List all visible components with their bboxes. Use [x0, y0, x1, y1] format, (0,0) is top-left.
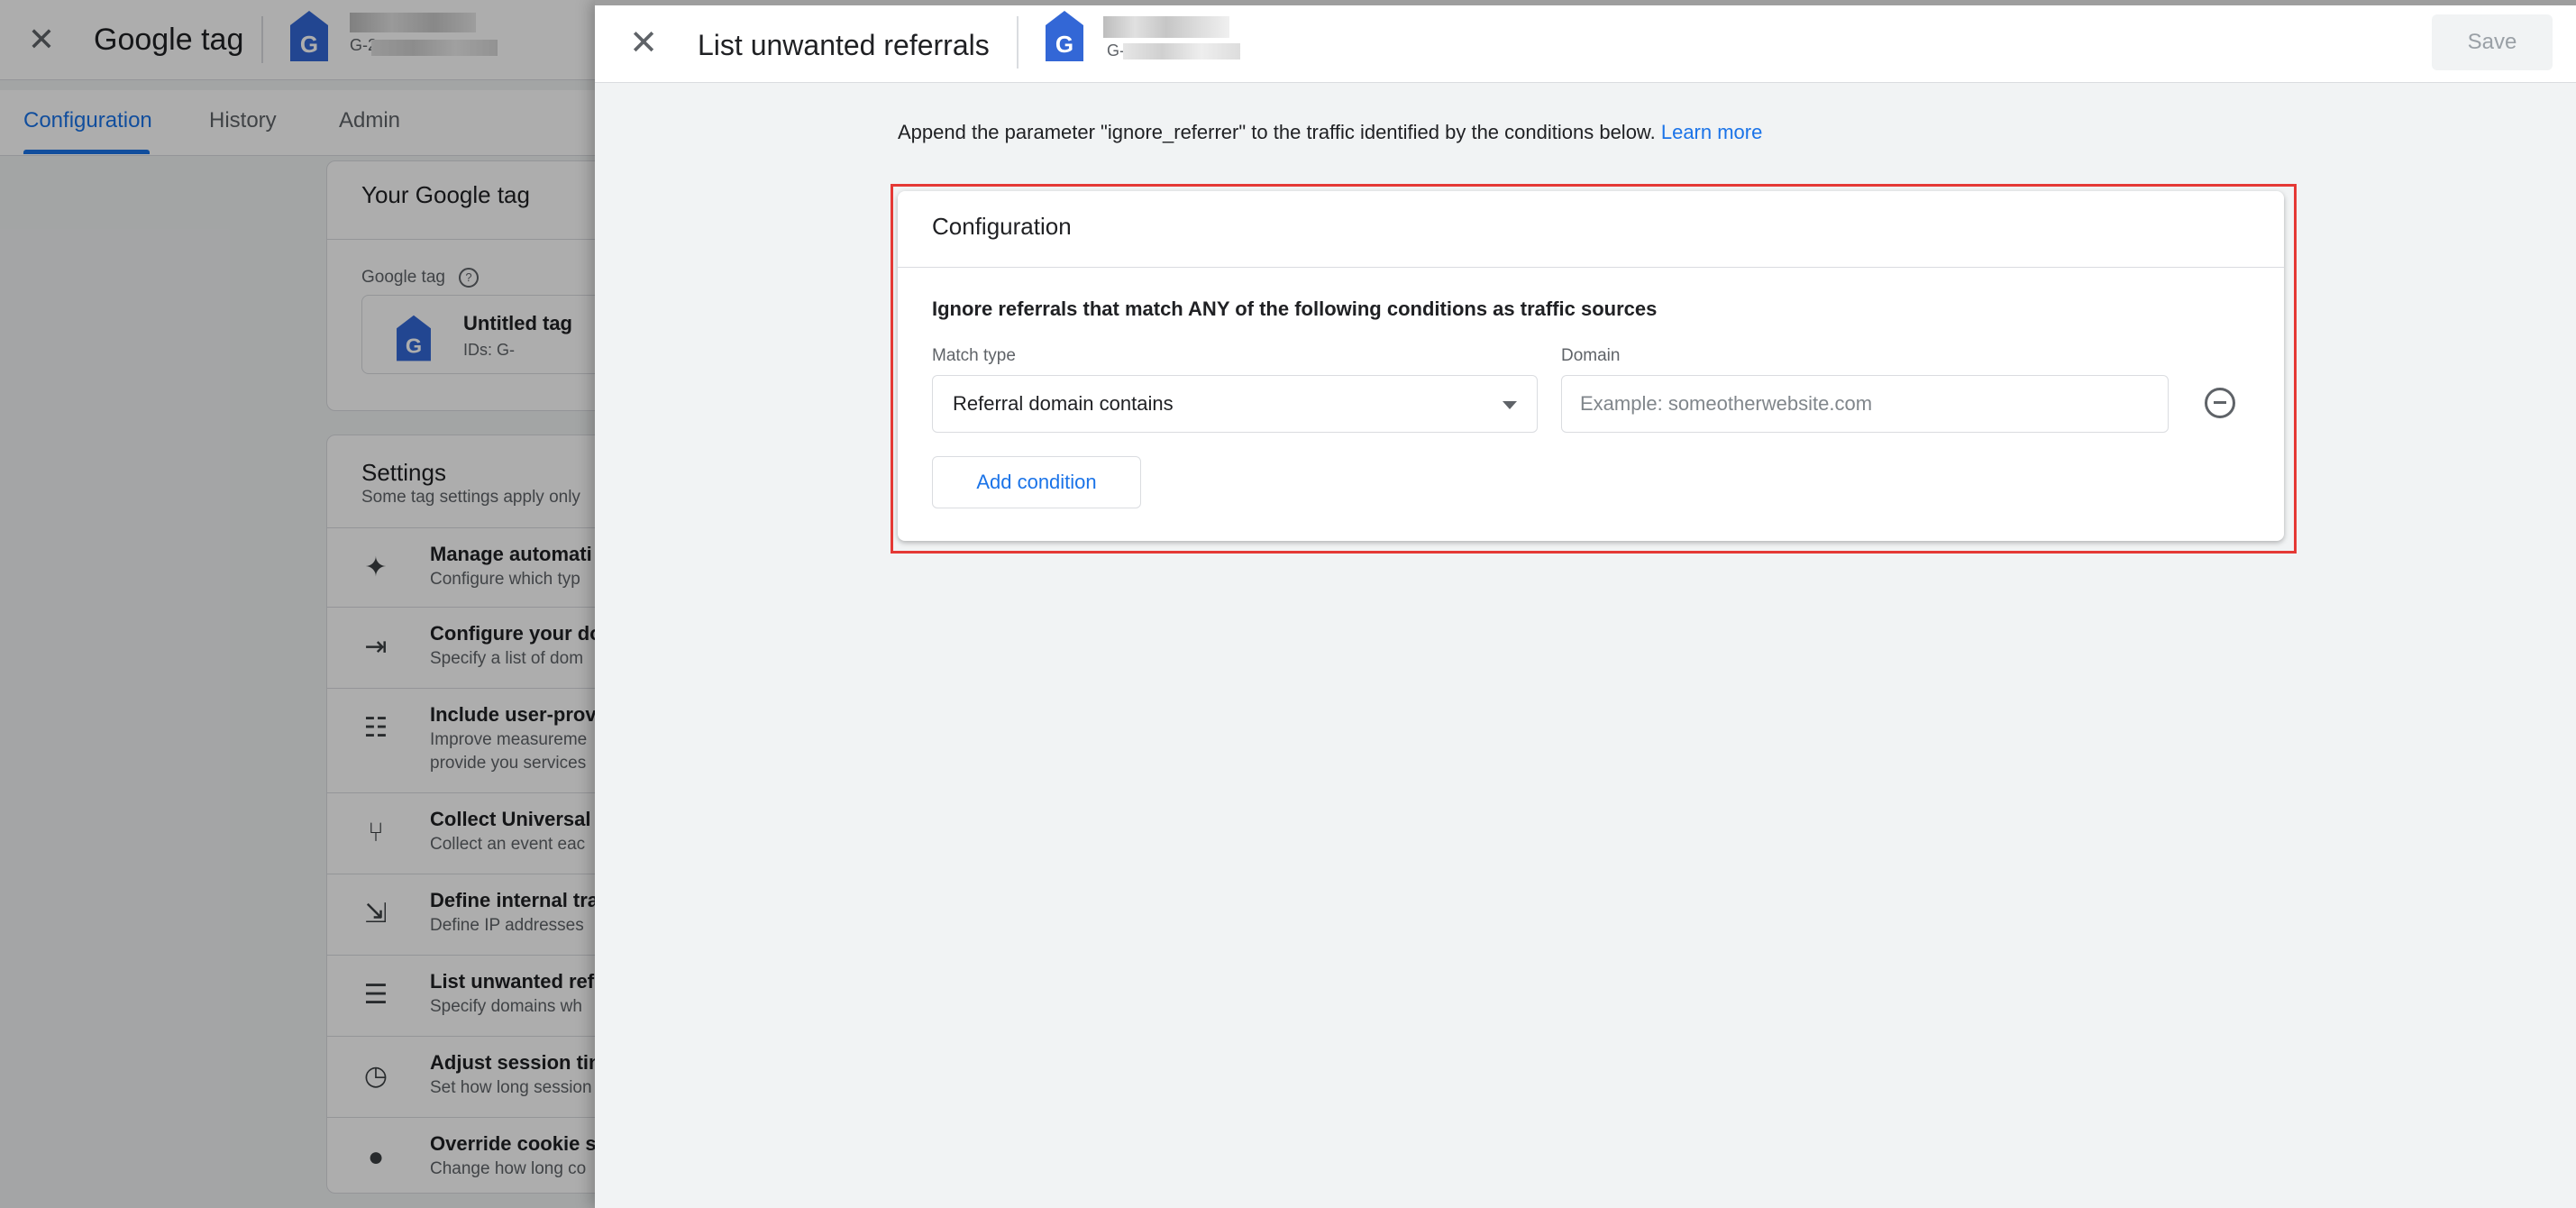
list-unwanted-referrals-panel: ✕ List unwanted referrals G G- Save Appe…	[595, 0, 2576, 1208]
domain-label: Domain	[1561, 346, 1621, 365]
modal-scrim[interactable]	[0, 0, 595, 1208]
svg-text:G: G	[1055, 31, 1073, 58]
redacted-tag-id	[1123, 43, 1240, 59]
description-body: Append the parameter "ignore_referrer" t…	[898, 121, 1656, 143]
domain-input[interactable]	[1561, 375, 2169, 433]
card-title: Configuration	[932, 213, 1072, 240]
match-type-select[interactable]: Referral domain contains	[932, 375, 1538, 433]
configuration-card: Configuration Ignore referrals that matc…	[898, 191, 2284, 541]
save-button[interactable]: Save	[2432, 14, 2553, 70]
condition-heading: Ignore referrals that match ANY of the f…	[932, 297, 1658, 320]
panel-header: ✕ List unwanted referrals G G- Save	[595, 0, 2576, 83]
panel-title: List unwanted referrals	[698, 29, 990, 61]
match-type-label: Match type	[932, 346, 1016, 365]
tag-id: G-	[1107, 41, 1125, 59]
header-divider	[1017, 16, 1019, 69]
card-divider	[898, 267, 2284, 268]
description-text: Append the parameter "ignore_referrer" t…	[898, 121, 1762, 144]
redacted-tag-name	[1103, 16, 1229, 38]
dropdown-arrow-icon	[1503, 401, 1517, 409]
close-icon[interactable]: ✕	[624, 23, 663, 63]
learn-more-link[interactable]: Learn more	[1661, 121, 1763, 143]
match-type-value: Referral domain contains	[953, 392, 1174, 415]
google-tag-icon: G	[1046, 11, 1083, 61]
add-condition-button[interactable]: Add condition	[932, 456, 1141, 508]
remove-condition-icon[interactable]	[2205, 388, 2235, 418]
